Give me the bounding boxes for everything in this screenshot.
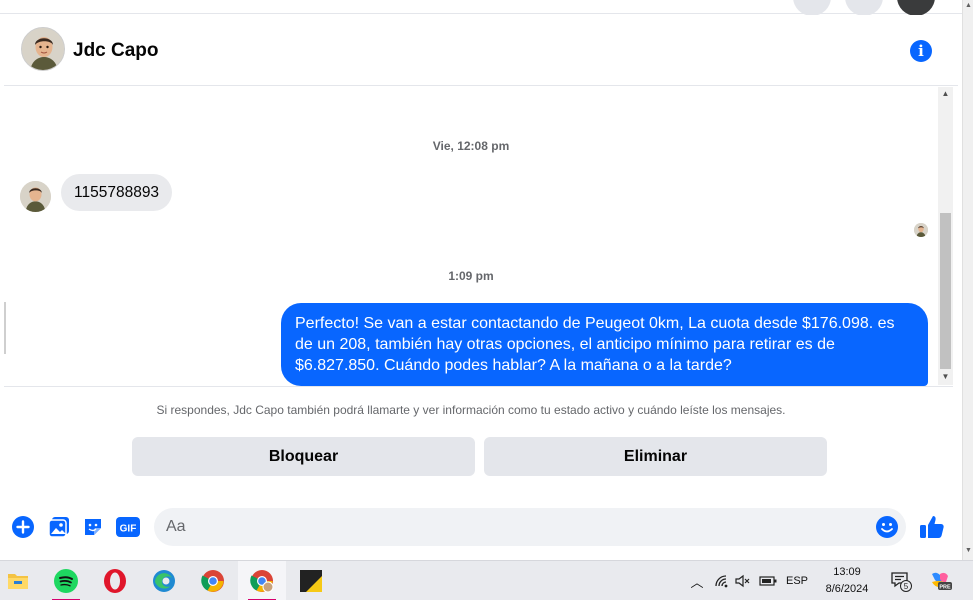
info-icon[interactable]: i [910, 40, 932, 62]
sticky-notes-icon[interactable] [287, 561, 335, 600]
message-timestamp: 1:09 pm [448, 269, 494, 283]
contact-avatar[interactable] [21, 27, 65, 71]
wifi-icon[interactable] [711, 561, 733, 600]
incoming-message-bubble[interactable]: 1155788893 [61, 174, 173, 211]
photo-icon[interactable] [48, 516, 70, 538]
message-timestamp: Vie, 12:08 pm [432, 139, 510, 153]
left-divider [4, 302, 6, 354]
opera-icon[interactable] [91, 561, 139, 600]
input-language[interactable]: ESP [782, 561, 812, 600]
notification-count: 5 [904, 582, 909, 591]
sender-avatar[interactable] [20, 181, 51, 212]
edge-icon[interactable] [140, 561, 188, 600]
message-request-panel: Si respondes, Jdc Capo también podrá lla… [4, 386, 953, 502]
gif-icon[interactable]: GIF [116, 516, 140, 538]
sticker-icon[interactable] [82, 516, 104, 538]
battery-icon[interactable] [756, 561, 780, 600]
emoji-icon[interactable] [876, 516, 898, 538]
system-clock[interactable]: 13:09 8/6/2024 [812, 564, 882, 598]
taskbar: ︿ ESP 13:09 8/6/2024 5 PRE [0, 560, 973, 600]
messages-scrollbar[interactable]: ▲ ▼ [938, 87, 953, 385]
top-toolbar-strip [0, 0, 962, 16]
chrome-icon[interactable] [189, 561, 237, 600]
scrollbar-thumb[interactable] [940, 213, 951, 369]
copilot-icon[interactable]: PRE [926, 561, 954, 600]
show-hidden-icons-icon[interactable]: ︿ [686, 561, 708, 600]
message-input-wrapper [154, 508, 906, 546]
message-input[interactable] [166, 508, 866, 546]
chrome-profile-icon[interactable] [238, 561, 286, 600]
page-scrollbar[interactable]: ▲ ▼ [962, 0, 973, 560]
copilot-badge: PRE [939, 584, 951, 590]
file-explorer-icon[interactable] [0, 561, 42, 600]
page-scroll-up-icon[interactable]: ▲ [964, 1, 973, 11]
message-list: Vie, 12:08 pm 1155788893 1:09 pm Perfect… [4, 87, 938, 386]
notification-center-icon[interactable]: 5 [888, 561, 914, 600]
read-receipt-avatar [914, 223, 928, 237]
message-composer: GIF [4, 502, 958, 558]
menu-button[interactable] [793, 0, 831, 16]
scroll-up-icon[interactable]: ▲ [938, 87, 953, 101]
contact-name[interactable]: Jdc Capo [73, 40, 159, 62]
block-button[interactable]: Bloquear [132, 437, 475, 476]
volume-muted-icon[interactable] [733, 561, 753, 600]
clock-date: 8/6/2024 [825, 583, 869, 595]
page-scroll-down-icon[interactable]: ▼ [964, 546, 973, 556]
outgoing-message-bubble[interactable]: Perfecto! Se van a estar contactando de … [281, 303, 928, 386]
chat-header: Jdc Capo i [4, 15, 958, 86]
account-avatar[interactable] [897, 0, 935, 16]
clock-time: 13:09 [833, 566, 861, 578]
plus-circle-icon[interactable] [12, 516, 34, 538]
notifications-button[interactable] [845, 0, 883, 16]
delete-button[interactable]: Eliminar [484, 437, 827, 476]
spotify-icon[interactable] [42, 561, 90, 600]
scroll-down-icon[interactable]: ▼ [938, 370, 953, 384]
thumbs-up-icon[interactable] [919, 514, 945, 540]
privacy-notice: Si respondes, Jdc Capo también podrá lla… [156, 403, 786, 417]
gif-label: GIF [120, 524, 137, 535]
